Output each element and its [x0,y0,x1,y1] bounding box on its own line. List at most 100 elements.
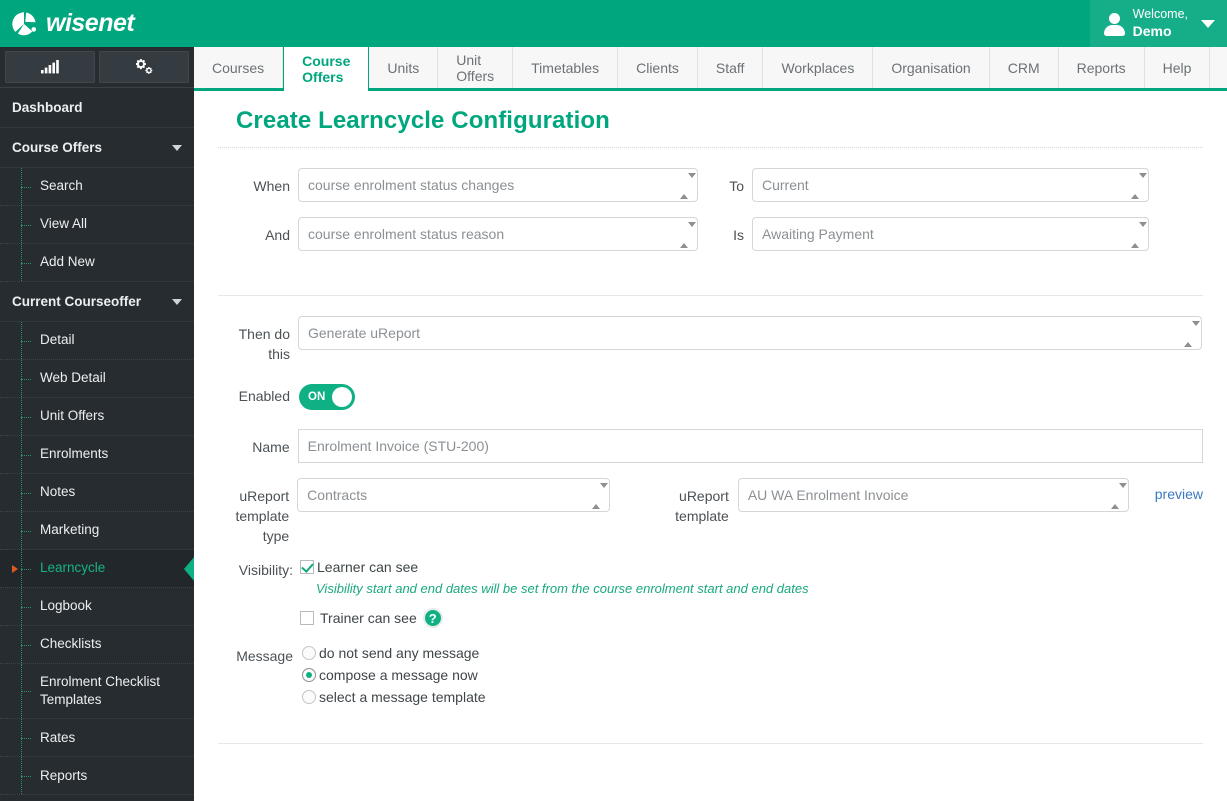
wisenet-swoosh-icon [10,10,38,38]
name-input-value: Enrolment Invoice (STU-200) [307,437,489,454]
help-icon[interactable]: ? [422,608,443,629]
enabled-toggle[interactable]: ON [299,383,355,410]
sidebar: Dashboard Course Offers Search View All … [0,47,194,801]
brand-logo[interactable]: wisenet [0,10,135,38]
tab-organisation[interactable]: Organisation [873,47,990,88]
sidebar-item-enrolment-checklist-templates[interactable]: Enrolment Checklist Templates [0,664,194,720]
main-content: Create Learncycle Configuration When cou… [194,91,1227,801]
visibility-label: Visibility: [238,562,293,579]
sidebar-item-label: Reports [40,767,88,783]
ureport-template-select[interactable]: AU WA Enrolment Invoice [737,477,1129,512]
enabled-row: Enabled ON [218,383,1203,410]
tab-unit-offers[interactable]: Unit Offers [438,47,514,88]
sidebar-item-learncycle[interactable]: Learncycle [0,550,194,588]
tab-bar-filler [1210,47,1227,88]
sidebar-item-rates[interactable]: Rates [0,719,194,758]
sidebar-item-search[interactable]: Search [0,168,194,206]
when-label: When [253,178,290,194]
sidebar-item-logbook[interactable]: Logbook [0,588,194,626]
sidebar-item-enrolments[interactable]: Enrolments [0,436,194,474]
ureport-type-label: uReport template type [235,487,290,545]
user-menu[interactable]: Welcome, Demo [1089,0,1227,47]
name-label: Name [252,438,290,455]
tab-label: Help [1162,59,1192,76]
message-option-none: do not send any message [302,645,486,661]
sidebar-item-view-all[interactable]: View All [0,206,194,244]
sidebar-item-unit-offers[interactable]: Unit Offers [0,398,194,436]
trainer-can-see-row: Trainer can see ? [300,608,809,629]
radio-select-template[interactable] [302,690,316,705]
sidebar-item-notes[interactable]: Notes [0,474,194,512]
tab-course-offers[interactable]: Course Offers [283,46,370,91]
sidebar-item-web-detail[interactable]: Web Detail [0,360,194,398]
tab-label: Courses [212,59,265,76]
analytics-icon[interactable] [5,51,95,83]
spinner-icon [1184,321,1200,347]
user-greeting: Welcome, [1132,6,1188,21]
preview-link[interactable]: preview [1155,478,1203,502]
when-select[interactable]: course enrolment status changes [298,168,698,202]
name-input[interactable]: Enrolment Invoice (STU-200) [297,428,1203,463]
main-tab-bar: Courses Course Offers Units Unit Offers … [194,46,1227,91]
sidebar-item-detail[interactable]: Detail [0,322,194,360]
tab-courses[interactable]: Courses [194,47,284,88]
divider-top [218,147,1203,148]
tab-staff[interactable]: Staff [697,47,764,88]
message-option-label: compose a message now [319,667,478,684]
tab-label: CRM [1007,59,1040,76]
sidebar-item-course-offers[interactable]: Course Offers [0,128,194,168]
sidebar-item-label: Marketing [40,522,100,538]
when-select-value: course enrolment status changes [308,177,515,193]
and-row: And course enrolment status reason Is Aw… [218,217,1203,251]
chevron-down-icon[interactable] [1201,19,1215,28]
tab-label: Workplaces [781,59,855,76]
is-select[interactable]: Awaiting Payment [752,217,1149,251]
tab-workplaces[interactable]: Workplaces [763,47,874,88]
ureport-template-type-select[interactable]: Contracts [297,477,610,512]
tab-units[interactable]: Units [369,47,439,88]
sidebar-item-label: Rates [40,729,76,745]
and-select[interactable]: course enrolment status reason [298,217,698,251]
and-select-value: course enrolment status reason [308,226,505,242]
trainer-can-see-label: Trainer can see [320,610,417,627]
message-option-compose: compose a message now [302,667,486,683]
tab-label: Staff [715,59,745,76]
ureport-template-type-value: Contracts [307,486,368,503]
tab-label: Unit Offers [456,51,495,84]
is-select-value: Awaiting Payment [762,226,874,242]
tab-label: Clients [636,59,679,76]
to-select[interactable]: Current [752,168,1149,202]
sidebar-item-checklists[interactable]: Checklists [0,626,194,664]
sidebar-item-marketing[interactable]: Marketing [0,512,194,550]
sidebar-item-label: Add New [40,254,95,270]
radio-compose-now[interactable] [302,668,316,683]
sidebar-item-reports[interactable]: Reports [0,757,194,796]
sidebar-item-current-courseoffer[interactable]: Current Courseoffer [0,282,194,322]
radio-do-not-send[interactable] [302,646,316,661]
tab-timetables[interactable]: Timetables [513,47,619,88]
message-label: Message [236,648,293,665]
learner-can-see-label: Learner can see [317,559,419,576]
tab-help[interactable]: Help [1144,47,1211,88]
sidebar-item-label: Current Courseoffer [12,294,142,309]
sidebar-item-label: Web Detail [40,370,106,386]
visibility-note: Visibility start and end dates will be s… [316,581,809,597]
message-option-label: do not send any message [319,645,480,662]
is-label: Is [733,227,744,243]
divider-middle [218,295,1203,296]
sidebar-item-add-new[interactable]: Add New [0,244,194,282]
message-option-label: select a message template [319,689,486,706]
tab-crm[interactable]: CRM [989,47,1059,88]
sidebar-item-dashboard[interactable]: Dashboard [0,88,194,128]
tab-clients[interactable]: Clients [618,47,698,88]
tab-reports[interactable]: Reports [1058,47,1145,88]
trainer-can-see-checkbox[interactable] [300,611,314,626]
settings-gears-icon[interactable] [99,51,189,83]
action-select[interactable]: Generate uReport [298,316,1202,350]
ureport-template-label: uReport template [675,487,729,524]
learner-can-see-checkbox[interactable] [300,560,314,575]
sidebar-item-label: Unit Offers [40,408,105,424]
name-row: Name Enrolment Invoice (STU-200) [218,428,1203,463]
sidebar-item-label: Checklists [40,636,102,652]
top-header-bar: wisenet Welcome, Demo [0,0,1227,47]
